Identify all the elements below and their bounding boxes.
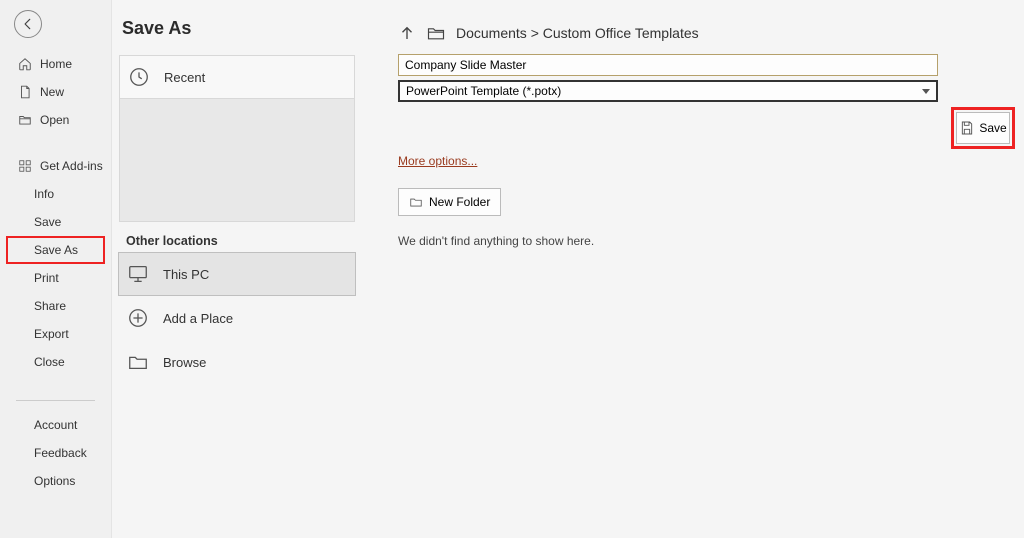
nav-label: Share bbox=[34, 299, 66, 313]
nav-new[interactable]: New bbox=[0, 78, 111, 106]
clock-icon bbox=[128, 66, 150, 88]
location-label: Browse bbox=[163, 355, 206, 370]
nav-label: Save As bbox=[34, 243, 78, 257]
home-icon bbox=[18, 57, 32, 71]
nav-share[interactable]: Share bbox=[0, 292, 111, 320]
nav-open[interactable]: Open bbox=[0, 106, 111, 134]
arrow-left-icon bbox=[21, 17, 35, 31]
nav-label: Account bbox=[34, 418, 77, 432]
filename-input[interactable] bbox=[398, 54, 938, 76]
add-place-icon bbox=[127, 307, 149, 329]
nav-save[interactable]: Save bbox=[0, 208, 111, 236]
breadcrumb-path[interactable]: Documents > Custom Office Templates bbox=[456, 25, 699, 41]
breadcrumb-folder[interactable] bbox=[426, 23, 446, 43]
location-this-pc[interactable]: This PC bbox=[118, 252, 356, 296]
nav-label: Close bbox=[34, 355, 65, 369]
location-recent[interactable]: Recent bbox=[119, 55, 355, 98]
nav-save-as[interactable]: Save As bbox=[6, 236, 105, 264]
filetype-value: PowerPoint Template (*.potx) bbox=[406, 84, 561, 98]
location-label: Recent bbox=[164, 70, 205, 85]
nav-label: New bbox=[40, 85, 64, 99]
nav-get-addins[interactable]: Get Add-ins bbox=[0, 152, 111, 180]
nav-feedback[interactable]: Feedback bbox=[0, 439, 111, 467]
browse-folder-icon bbox=[127, 351, 149, 373]
save-button[interactable]: Save bbox=[956, 112, 1010, 144]
nav-account[interactable]: Account bbox=[0, 411, 111, 439]
page-title: Save As bbox=[122, 18, 356, 39]
location-label: Add a Place bbox=[163, 311, 233, 326]
addins-icon bbox=[18, 159, 32, 173]
nav-options[interactable]: Options bbox=[0, 467, 111, 495]
nav-divider bbox=[16, 400, 95, 401]
filetype-select[interactable]: PowerPoint Template (*.potx) bbox=[398, 80, 938, 102]
save-button-label: Save bbox=[979, 121, 1006, 135]
nav-export[interactable]: Export bbox=[0, 320, 111, 348]
nav-label: Get Add-ins bbox=[40, 159, 103, 173]
nav-up-button[interactable] bbox=[398, 24, 416, 42]
nav-label: Save bbox=[34, 215, 61, 229]
more-options-link[interactable]: More options... bbox=[398, 154, 477, 168]
breadcrumb: Documents > Custom Office Templates bbox=[398, 18, 1010, 48]
empty-folder-message: We didn't find anything to show here. bbox=[398, 234, 1010, 248]
back-button[interactable] bbox=[14, 10, 42, 38]
folder-icon bbox=[409, 195, 423, 209]
new-folder-label: New Folder bbox=[429, 195, 490, 209]
nav-info[interactable]: Info bbox=[0, 180, 111, 208]
folder-open-icon bbox=[426, 23, 446, 43]
new-file-icon bbox=[18, 85, 32, 99]
nav-label: Info bbox=[34, 187, 54, 201]
locations-column: Save As Recent Other locations This PC A… bbox=[112, 0, 368, 538]
new-folder-button[interactable]: New Folder bbox=[398, 188, 501, 216]
main-panel: Documents > Custom Office Templates Powe… bbox=[368, 0, 1024, 538]
recent-preview-area bbox=[119, 98, 355, 222]
nav-label: Options bbox=[34, 474, 75, 488]
nav-print[interactable]: Print bbox=[0, 264, 111, 292]
nav-label: Home bbox=[40, 57, 72, 71]
open-folder-icon bbox=[18, 113, 32, 127]
arrow-up-icon bbox=[398, 24, 416, 42]
nav-label: Open bbox=[40, 113, 69, 127]
nav-label: Print bbox=[34, 271, 59, 285]
nav-close[interactable]: Close bbox=[0, 348, 111, 376]
location-label: This PC bbox=[163, 267, 209, 282]
nav-home[interactable]: Home bbox=[0, 50, 111, 78]
location-add-place[interactable]: Add a Place bbox=[118, 296, 356, 340]
backstage-sidebar: Home New Open Get Add-ins Info Save Save… bbox=[0, 0, 112, 538]
nav-label: Feedback bbox=[34, 446, 87, 460]
location-browse[interactable]: Browse bbox=[118, 340, 356, 384]
other-locations-label: Other locations bbox=[126, 234, 356, 248]
this-pc-icon bbox=[127, 263, 149, 285]
save-disk-icon bbox=[959, 120, 975, 136]
nav-label: Export bbox=[34, 327, 69, 341]
